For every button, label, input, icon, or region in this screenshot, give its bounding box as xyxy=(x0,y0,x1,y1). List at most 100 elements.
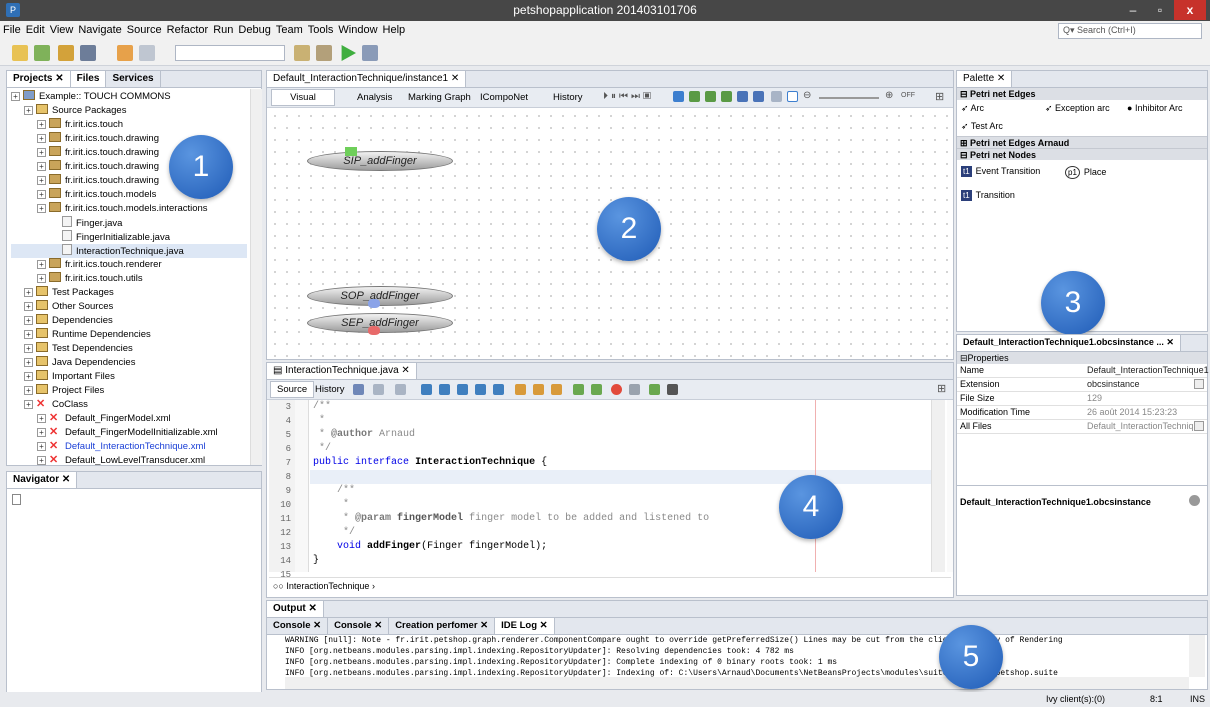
tree-item[interactable]: + Dependencies xyxy=(11,314,247,328)
save-all-icon[interactable] xyxy=(80,45,96,61)
tab-console-1[interactable]: Console ✕ xyxy=(267,618,329,634)
tree-item[interactable]: + ✕ Default_LowLevelTransducer.xml xyxy=(11,454,247,465)
menu-window[interactable]: Window xyxy=(335,21,379,36)
menu-refactor[interactable]: Refactor xyxy=(164,21,211,36)
expand-toggle-icon[interactable]: + xyxy=(37,134,46,143)
playback-controls-icon[interactable]: ⏵⏸⏮⏭▣ xyxy=(603,91,654,102)
tab-source[interactable]: Source xyxy=(270,381,315,398)
transition-sop-addfinger[interactable]: SOP_addFinger xyxy=(307,286,453,306)
zoom-slider[interactable] xyxy=(819,97,879,99)
tab-marking-graph[interactable]: Marking Graph xyxy=(402,90,477,105)
tab-code-history[interactable]: History xyxy=(309,382,351,397)
clean-build-icon[interactable] xyxy=(316,45,332,61)
toggle-highlight-icon[interactable] xyxy=(475,384,486,395)
log-output[interactable]: WARNING [null]: Note - fr.irit.petshop.g… xyxy=(285,635,1189,677)
expand-toggle-icon[interactable]: + xyxy=(37,190,46,199)
tree-item[interactable]: + ✕ CoClass xyxy=(11,398,247,412)
tab-ide-log[interactable]: IDE Log ✕ xyxy=(495,618,555,634)
menu-run[interactable]: Run xyxy=(210,21,235,36)
tree-item[interactable]: + Other Sources xyxy=(11,300,247,314)
comment-icon[interactable] xyxy=(649,384,660,395)
tree-item[interactable]: + ✕ Default_InteractionTechnique.xml xyxy=(11,440,247,454)
next-bookmark-icon[interactable] xyxy=(533,384,544,395)
zoom-off-label[interactable]: OFF xyxy=(901,92,915,99)
undo-icon[interactable] xyxy=(117,45,133,61)
maximize-code-icon[interactable]: ⊞ xyxy=(937,382,946,395)
expand-toggle-icon[interactable] xyxy=(50,217,59,226)
expand-toggle-icon[interactable]: + xyxy=(37,260,46,269)
expand-toggle-icon[interactable]: + xyxy=(24,316,33,325)
tree-item[interactable]: FingerInitializable.java xyxy=(11,230,247,244)
expand-toggle-icon[interactable]: + xyxy=(37,148,46,157)
tab-history[interactable]: History xyxy=(547,90,589,105)
menu-help[interactable]: Help xyxy=(380,21,408,36)
tab-visual[interactable]: Visual xyxy=(271,89,335,106)
expand-toggle-icon[interactable]: + xyxy=(24,358,33,367)
tab-properties[interactable]: Default_InteractionTechnique1.obcsinstan… xyxy=(957,335,1181,351)
tab-files[interactable]: Files xyxy=(70,71,107,87)
shift-left-icon[interactable] xyxy=(573,384,584,395)
log-scrollbar[interactable] xyxy=(1189,635,1205,677)
maximize-editor-icon[interactable]: ⊞ xyxy=(935,90,944,103)
tree-item[interactable]: + Test Packages xyxy=(11,286,247,300)
start-macro-icon[interactable] xyxy=(611,384,622,395)
close-button[interactable]: x xyxy=(1174,0,1206,20)
back-icon[interactable] xyxy=(373,384,384,395)
tab-services[interactable]: Services xyxy=(106,71,161,87)
tree-item[interactable]: + Project Files xyxy=(11,384,247,398)
tab-navigator[interactable]: Navigator ✕ xyxy=(7,472,78,488)
palette-section-nodes[interactable]: ⊟ Petri net Nodes xyxy=(957,148,1207,160)
build-icon[interactable] xyxy=(294,45,310,61)
align-icon[interactable] xyxy=(673,91,684,102)
tree-scrollbar[interactable] xyxy=(250,89,262,465)
stop-macro-icon[interactable] xyxy=(629,384,640,395)
palette-exception-arc[interactable]: ➶ Exception arc xyxy=(1045,103,1110,114)
tab-icomponet[interactable]: ICompoNet xyxy=(474,90,534,105)
prev-bookmark-icon[interactable] xyxy=(515,384,526,395)
expand-toggle-icon[interactable]: + xyxy=(37,162,46,171)
breadcrumb[interactable]: ○○ InteractionTechnique › xyxy=(269,577,951,595)
menu-source[interactable]: Source xyxy=(124,21,164,36)
tree-item[interactable]: + Important Files xyxy=(11,370,247,384)
palette-place[interactable]: p1 Place xyxy=(1065,166,1106,179)
expand-toggle-icon[interactable]: + xyxy=(24,386,33,395)
new-file-icon[interactable] xyxy=(12,45,28,61)
tree-item[interactable]: + Test Dependencies xyxy=(11,342,247,356)
find-prev-icon[interactable] xyxy=(439,384,450,395)
expand-toggle-icon[interactable]: + xyxy=(37,176,46,185)
tree-item[interactable]: + Runtime Dependencies xyxy=(11,328,247,342)
palette-transition[interactable]: t1 Transition xyxy=(961,190,1015,201)
property-row[interactable]: File Size 129 xyxy=(957,392,1207,406)
palette-section-edges[interactable]: ⊟ Petri net Edges xyxy=(957,88,1207,100)
tree-item[interactable]: + fr.irit.ics.touch.models.interactions xyxy=(11,202,247,216)
zoom-in-icon[interactable]: ⊕ xyxy=(885,90,893,101)
tree-item[interactable]: + ✕ Default_FingerModel.xml xyxy=(11,412,247,426)
tab-java-file[interactable]: ▤ InteractionTechnique.java ✕ xyxy=(267,363,417,379)
find-icon[interactable] xyxy=(421,384,432,395)
expand-toggle-icon[interactable]: + xyxy=(24,106,33,115)
shift-right-icon[interactable] xyxy=(591,384,602,395)
expand-toggle-icon[interactable]: + xyxy=(37,456,46,465)
expand-toggle-icon[interactable] xyxy=(50,231,59,240)
tree-item[interactable]: + Source Packages xyxy=(11,104,247,118)
forward-icon[interactable] xyxy=(395,384,406,395)
petri-net-canvas[interactable]: SIP_addFinger SOP_addFinger SEP_addFinge… xyxy=(269,110,951,358)
fold-gutter[interactable] xyxy=(295,400,309,572)
expand-toggle-icon[interactable]: + xyxy=(24,400,33,409)
expand-toggle-icon[interactable]: + xyxy=(37,442,46,451)
tab-model-instance[interactable]: Default_InteractionTechnique/instance1 ✕ xyxy=(267,71,467,87)
property-row[interactable]: Extension obcsinstance xyxy=(957,378,1207,392)
expand-toggle-icon[interactable]: + xyxy=(11,92,20,101)
palette-event-transition[interactable]: t1 Event Transition xyxy=(961,166,1040,177)
redo-icon[interactable] xyxy=(139,45,155,61)
align-bottom-icon[interactable] xyxy=(753,91,764,102)
minimize-button[interactable]: – xyxy=(1120,0,1146,20)
tab-projects[interactable]: Projects ✕ xyxy=(7,71,71,87)
transition-sip-addfinger[interactable]: SIP_addFinger xyxy=(307,151,453,171)
menu-debug[interactable]: Debug xyxy=(235,21,272,36)
menu-tools[interactable]: Tools xyxy=(305,21,336,36)
expand-toggle-icon[interactable]: + xyxy=(24,372,33,381)
transition-sep-addfinger[interactable]: SEP_addFinger xyxy=(307,313,453,333)
last-edit-icon[interactable] xyxy=(353,384,364,395)
tree-item[interactable]: + Example:: TOUCH COMMONS xyxy=(11,90,247,104)
